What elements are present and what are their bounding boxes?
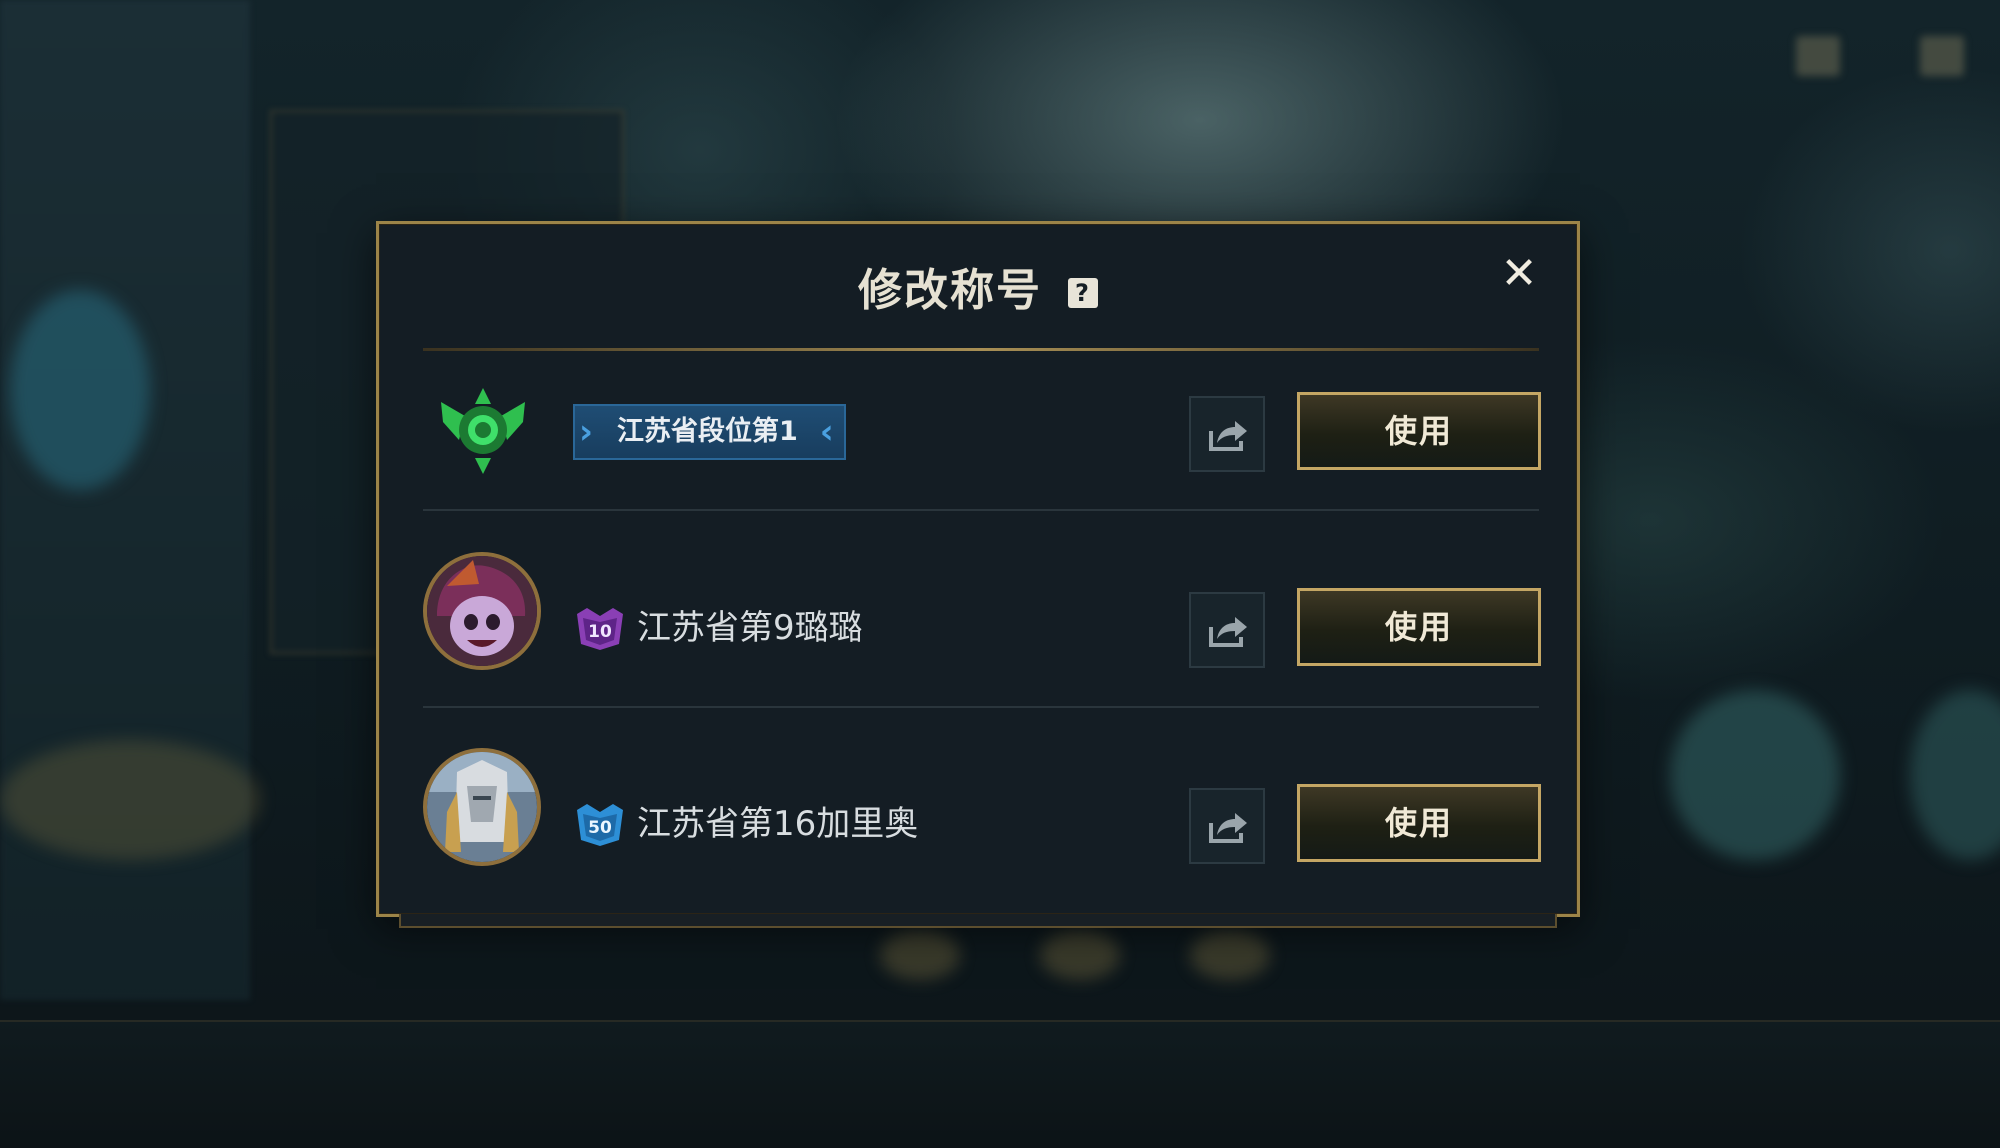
bg-corner-icon [1796, 36, 1840, 76]
bg-gold-blob [1040, 930, 1120, 980]
share-icon [1209, 813, 1247, 843]
share-button[interactable] [1189, 396, 1265, 472]
rank-title-tag: › 江苏省段位第1 ‹ [573, 404, 846, 460]
title-row: 50 江苏省第16加里奥 使用 [423, 746, 1541, 896]
use-button[interactable]: 使用 [1297, 588, 1541, 666]
bg-emblem-blob [10, 290, 150, 490]
bg-gold-arc [0, 740, 260, 860]
green-rank-emblem-icon [441, 388, 525, 474]
share-button[interactable] [1189, 592, 1265, 668]
level-number: 50 [588, 818, 612, 838]
level-number: 10 [588, 622, 612, 642]
lulu-avatar [423, 552, 541, 670]
share-icon [1209, 421, 1247, 451]
row-divider [423, 509, 1539, 511]
dialog-title: 修改称号? [379, 254, 1577, 318]
use-button[interactable]: 使用 [1297, 784, 1541, 862]
title-text: 江苏省段位第1 [617, 416, 798, 447]
galio-avatar [423, 748, 541, 866]
close-icon[interactable]: ✕ [1499, 252, 1539, 296]
title-text: 江苏省第9璐璐 [637, 608, 863, 648]
level-badge-icon: 50 [577, 804, 623, 846]
title-text: 江苏省第16加里奥 [637, 804, 919, 844]
level-badge-icon: 10 [577, 608, 623, 650]
dialog-bottom-lip [399, 914, 1557, 928]
chevron-left-icon: ‹ [819, 412, 834, 452]
header-divider [423, 348, 1539, 351]
bg-gold-blob [880, 930, 960, 980]
chevron-right-icon: › [579, 412, 594, 452]
bg-bottom-nav [0, 1020, 2000, 1148]
row-divider [423, 706, 1539, 708]
dialog-title-text: 修改称号 [858, 265, 1042, 316]
bg-emblem-blob [1670, 690, 1840, 860]
change-title-dialog: 修改称号? ✕ › 江苏省段位第1 ‹ 使用 10 江苏省第9璐璐 使用 50 … [376, 221, 1580, 928]
title-row: › 江苏省段位第1 ‹ 使用 [423, 354, 1541, 504]
use-button[interactable]: 使用 [1297, 392, 1541, 470]
bg-emblem-blob [1910, 690, 2000, 860]
title-row: 10 江苏省第9璐璐 使用 [423, 550, 1541, 700]
bg-gold-blob [1190, 930, 1270, 980]
bg-corner-icon [1920, 36, 1964, 76]
help-icon[interactable]: ? [1068, 278, 1098, 308]
share-button[interactable] [1189, 788, 1265, 864]
share-icon [1209, 617, 1247, 647]
